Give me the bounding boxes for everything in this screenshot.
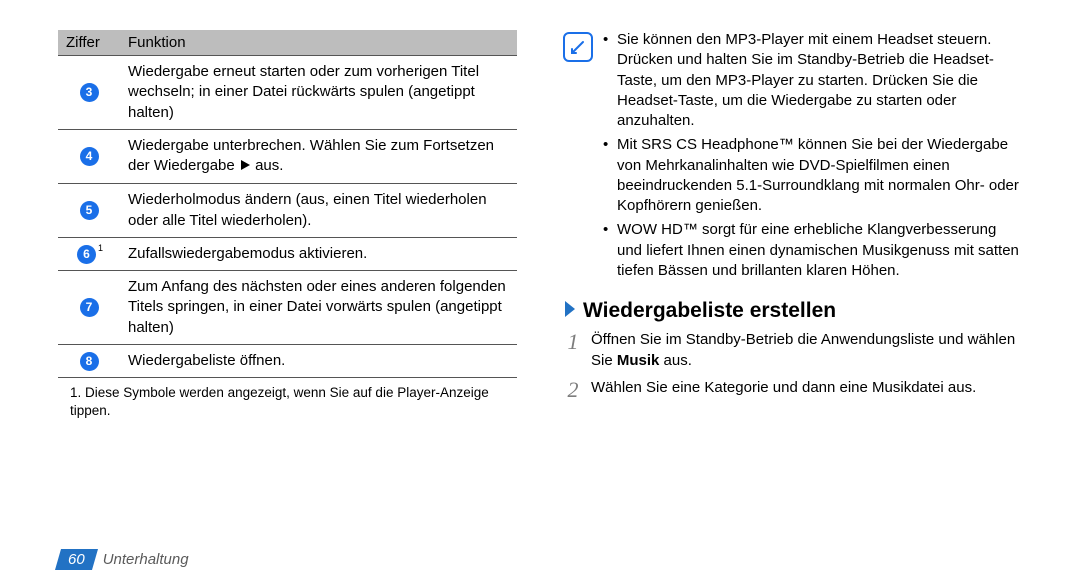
function-text: Zufallswiedergabemodus aktivieren. bbox=[120, 237, 517, 270]
step-text: Öffnen Sie im Standby-Betrieb die Anwend… bbox=[591, 329, 1022, 371]
function-text: Wiedergabe unterbrechen. Wählen Sie zum … bbox=[120, 129, 517, 184]
left-column: Ziffer Funktion 3 Wiedergabe erneut star… bbox=[58, 30, 517, 420]
note-bullet: WOW HD™ sorgt für eine erhebliche Klangv… bbox=[603, 220, 1022, 281]
step-number: 2 bbox=[563, 377, 583, 401]
step: 1 Öffnen Sie im Standby-Betrieb die Anwe… bbox=[563, 329, 1022, 371]
number-badge: 6 bbox=[77, 245, 96, 264]
function-table: Ziffer Funktion 3 Wiedergabe erneut star… bbox=[58, 30, 517, 378]
col-header-funktion: Funktion bbox=[120, 30, 517, 56]
number-badge: 4 bbox=[80, 147, 99, 166]
table-row: 8 Wiedergabeliste öffnen. bbox=[58, 344, 517, 377]
number-badge: 8 bbox=[80, 352, 99, 371]
note-bullet: Mit SRS CS Headphone™ können Sie bei der… bbox=[603, 135, 1022, 216]
step-text: Wählen Sie eine Kategorie und dann eine … bbox=[591, 377, 1022, 401]
number-badge: 3 bbox=[80, 83, 99, 102]
page-number: 60 bbox=[55, 549, 98, 570]
footnote: 1. Diese Symbole werden angezeigt, wenn … bbox=[58, 378, 517, 420]
note-bullets: Sie können den MP3-Player mit einem Head… bbox=[603, 30, 1022, 285]
right-column: Sie können den MP3-Player mit einem Head… bbox=[563, 30, 1022, 420]
footer-section-label: Unterhaltung bbox=[103, 551, 189, 568]
table-row: 7 Zum Anfang des nächsten oder eines and… bbox=[58, 271, 517, 345]
table-row: 3 Wiedergabe erneut starten oder zum vor… bbox=[58, 56, 517, 130]
function-text: Wiedergabe erneut starten oder zum vorhe… bbox=[120, 56, 517, 130]
function-text: Wiederholmodus ändern (aus, einen Titel … bbox=[120, 184, 517, 238]
function-text: Wiedergabeliste öffnen. bbox=[120, 344, 517, 377]
table-row: 5 Wiederholmodus ändern (aus, einen Tite… bbox=[58, 184, 517, 238]
play-icon bbox=[239, 157, 251, 177]
note-icon bbox=[563, 32, 593, 62]
table-row: 61 Zufallswiedergabemodus aktivieren. bbox=[58, 237, 517, 270]
number-badge: 7 bbox=[80, 298, 99, 317]
section-title: Wiedergabeliste erstellen bbox=[563, 299, 1022, 323]
step: 2 Wählen Sie eine Kategorie und dann ein… bbox=[563, 377, 1022, 401]
step-number: 1 bbox=[563, 329, 583, 371]
col-header-ziffer: Ziffer bbox=[58, 30, 120, 56]
number-badge: 5 bbox=[80, 201, 99, 220]
chevron-right-icon bbox=[563, 299, 577, 323]
table-row: 4 Wiedergabe unterbrechen. Wählen Sie zu… bbox=[58, 129, 517, 184]
note-bullet: Sie können den MP3-Player mit einem Head… bbox=[603, 30, 1022, 131]
function-text: Zum Anfang des nächsten oder eines ander… bbox=[120, 271, 517, 345]
page-footer: 60 Unterhaltung bbox=[58, 549, 189, 570]
footnote-ref: 1 bbox=[98, 243, 103, 253]
